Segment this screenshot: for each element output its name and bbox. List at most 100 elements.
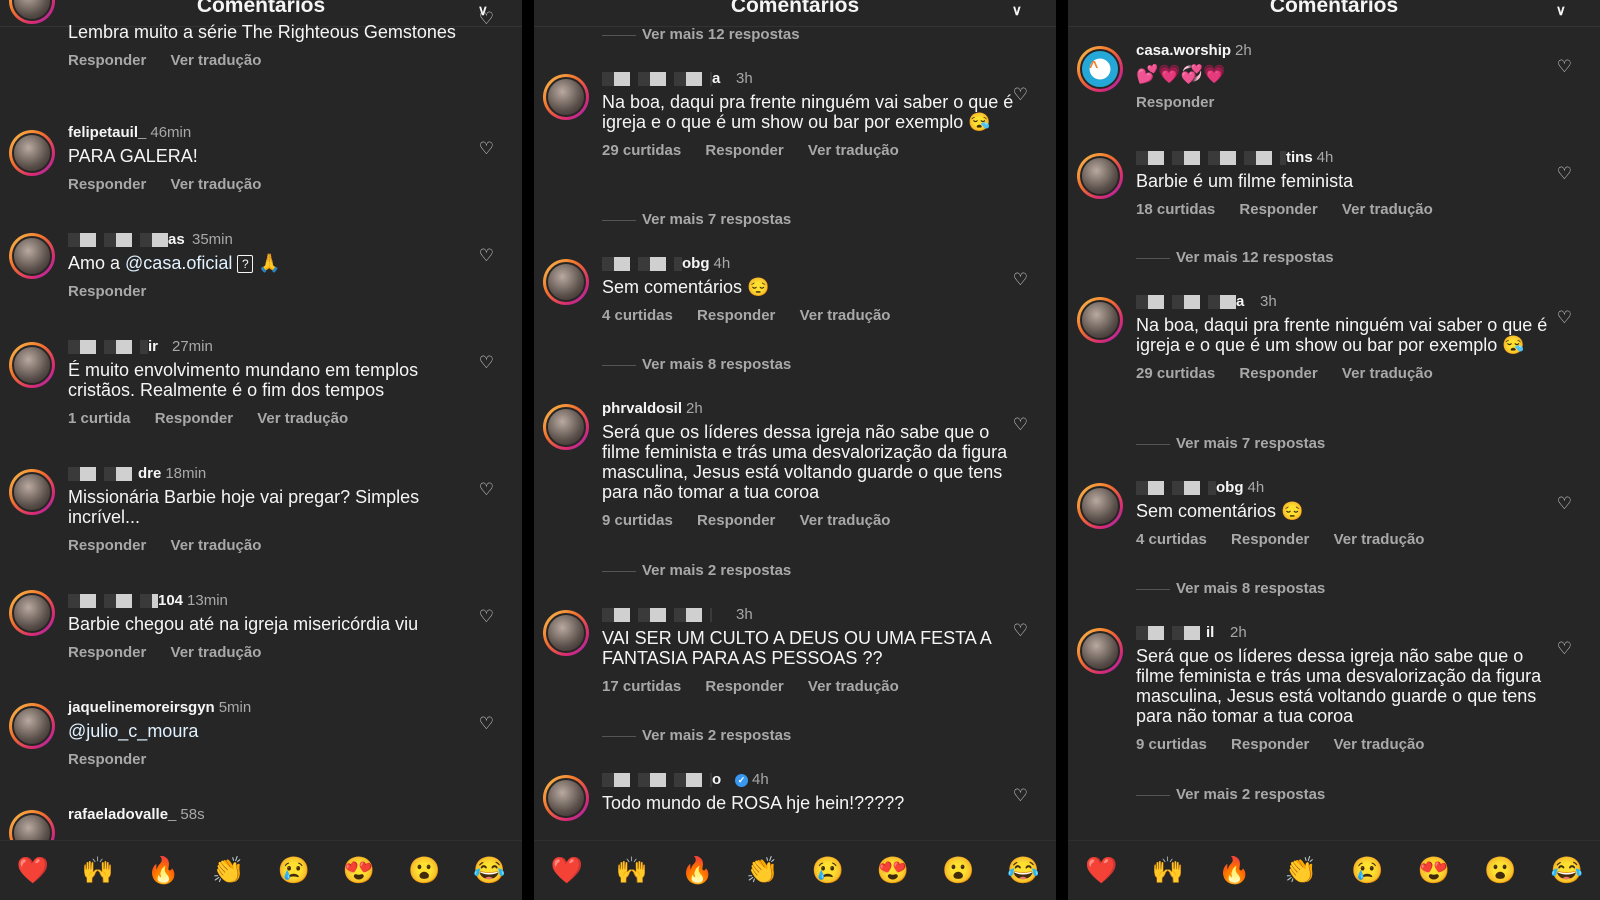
username[interactable]: rafaeladovalle_ (68, 806, 176, 824)
heart-icon[interactable]: ♡ (1557, 58, 1572, 75)
reply-button[interactable]: Responder (705, 678, 783, 695)
avatar[interactable] (9, 342, 55, 388)
clap-emoji-button[interactable]: 👏 (208, 855, 248, 886)
username-redacted[interactable] (602, 608, 712, 623)
avatar[interactable] (9, 590, 55, 636)
heart-icon[interactable]: ♡ (1013, 86, 1028, 103)
surprised-emoji-button[interactable]: 😮 (1480, 855, 1520, 886)
username-redacted[interactable] (68, 594, 158, 609)
laughing-emoji-button[interactable]: 😂 (1003, 855, 1043, 886)
translate-button[interactable]: Ver tradução (1342, 201, 1433, 218)
likes-count[interactable]: 18 curtidas (1136, 201, 1215, 218)
translate-button[interactable]: Ver tradução (171, 644, 262, 661)
username-redacted[interactable] (602, 257, 682, 272)
view-more-replies[interactable]: Ver mais 8 respostas (602, 356, 791, 373)
fire-emoji-button[interactable]: 🔥 (1214, 855, 1254, 886)
username[interactable]: felipetauil_ (68, 124, 146, 142)
heart-icon[interactable]: ♡ (1557, 640, 1572, 657)
username[interactable]: dre (138, 465, 161, 483)
username[interactable]: 104 (158, 592, 183, 610)
heart-icon[interactable]: ♡ (1013, 787, 1028, 804)
mention-link[interactable]: @casa.oficial (125, 253, 232, 273)
username[interactable]: a (1236, 293, 1256, 311)
heart-icon[interactable]: ♡ (1557, 165, 1572, 182)
likes-count[interactable]: 17 curtidas (602, 678, 681, 695)
likes-count[interactable]: 4 curtidas (602, 307, 673, 324)
reply-button[interactable]: Responder (705, 142, 783, 159)
heart-icon[interactable]: ♡ (1013, 416, 1028, 433)
heart-icon[interactable]: ♡ (479, 140, 494, 157)
translate-button[interactable]: Ver tradução (808, 142, 899, 159)
reply-button[interactable]: Responder (1239, 201, 1317, 218)
reply-button[interactable]: Responder (1136, 94, 1214, 111)
view-more-replies[interactable]: Ver mais 7 respostas (602, 211, 791, 228)
username[interactable]: o (712, 771, 732, 789)
username[interactable]: as (168, 231, 188, 249)
translate-button[interactable]: Ver tradução (171, 537, 262, 554)
translate-button[interactable]: Ver tradução (1334, 531, 1425, 548)
heart-eyes-emoji-button[interactable]: 😍 (1414, 855, 1454, 886)
reply-button[interactable]: Responder (1231, 531, 1309, 548)
avatar[interactable] (543, 775, 589, 821)
username-redacted[interactable] (1136, 151, 1286, 166)
heart-emoji-button[interactable]: ❤️ (547, 855, 587, 886)
heart-icon[interactable]: ♡ (479, 354, 494, 371)
likes-count[interactable]: 9 curtidas (602, 512, 673, 529)
reply-button[interactable]: Responder (68, 537, 146, 554)
heart-emoji-button[interactable]: ❤️ (13, 855, 53, 886)
crying-emoji-button[interactable]: 😢 (1347, 855, 1387, 886)
heart-icon[interactable]: ♡ (479, 481, 494, 498)
avatar[interactable] (543, 74, 589, 120)
chevron-down-icon[interactable]: ∨ (1556, 0, 1566, 30)
reply-button[interactable]: Responder (697, 512, 775, 529)
raising-hands-emoji-button[interactable]: 🙌 (78, 855, 118, 886)
translate-button[interactable]: Ver tradução (800, 512, 891, 529)
reply-button[interactable]: Responder (1231, 736, 1309, 753)
view-more-replies[interactable]: Ver mais 12 respostas (602, 26, 800, 43)
heart-icon[interactable]: ♡ (479, 715, 494, 732)
reply-button[interactable]: Responder (68, 176, 146, 193)
reply-button[interactable]: Responder (1239, 365, 1317, 382)
username[interactable]: obg (1216, 479, 1244, 497)
username-redacted[interactable] (68, 467, 138, 482)
avatar[interactable] (9, 130, 55, 176)
raising-hands-emoji-button[interactable]: 🙌 (1148, 855, 1188, 886)
comments-list[interactable]: Comentários ∨ Lembra muito a série The R… (0, 0, 522, 856)
surprised-emoji-button[interactable]: 😮 (404, 855, 444, 886)
clap-emoji-button[interactable]: 👏 (742, 855, 782, 886)
avatar[interactable] (9, 469, 55, 515)
avatar[interactable] (1077, 628, 1123, 674)
username[interactable]: a (712, 70, 732, 88)
translate-button[interactable]: Ver tradução (1342, 365, 1433, 382)
username-redacted[interactable] (602, 773, 712, 788)
crying-emoji-button[interactable]: 😢 (274, 855, 314, 886)
view-more-replies[interactable]: Ver mais 2 respostas (602, 562, 791, 579)
username[interactable]: jaquelinemoreirsgyn (68, 699, 215, 717)
likes-count[interactable]: 29 curtidas (602, 142, 681, 159)
likes-count[interactable]: 29 curtidas (1136, 365, 1215, 382)
username-redacted[interactable] (1136, 626, 1206, 641)
surprised-emoji-button[interactable]: 😮 (938, 855, 978, 886)
heart-eyes-emoji-button[interactable]: 😍 (873, 855, 913, 886)
username-redacted[interactable] (68, 233, 168, 248)
crying-emoji-button[interactable]: 😢 (808, 855, 848, 886)
heart-icon[interactable]: ♡ (1557, 495, 1572, 512)
reply-button[interactable]: Responder (68, 52, 146, 69)
translate-button[interactable]: Ver tradução (1334, 736, 1425, 753)
username-redacted[interactable] (602, 72, 712, 87)
chevron-down-icon[interactable]: ∨ (1012, 0, 1022, 30)
heart-icon[interactable]: ♡ (1013, 271, 1028, 288)
comments-list[interactable]: Comentários ∨ ^ casa.worship 2h 💕💗💞💗 Resp… (1068, 0, 1600, 841)
translate-button[interactable]: Ver tradução (808, 678, 899, 695)
reply-button[interactable]: Responder (68, 644, 146, 661)
likes-count[interactable]: 1 curtida (68, 410, 131, 427)
laughing-emoji-button[interactable]: 😂 (469, 855, 509, 886)
heart-icon[interactable]: ♡ (1557, 309, 1572, 326)
avatar[interactable] (1077, 153, 1123, 199)
heart-icon[interactable]: ♡ (1013, 622, 1028, 639)
likes-count[interactable]: 4 curtidas (1136, 531, 1207, 548)
clap-emoji-button[interactable]: 👏 (1281, 855, 1321, 886)
avatar[interactable] (9, 233, 55, 279)
view-more-replies[interactable]: Ver mais 8 respostas (1136, 580, 1325, 597)
translate-button[interactable]: Ver tradução (171, 176, 262, 193)
